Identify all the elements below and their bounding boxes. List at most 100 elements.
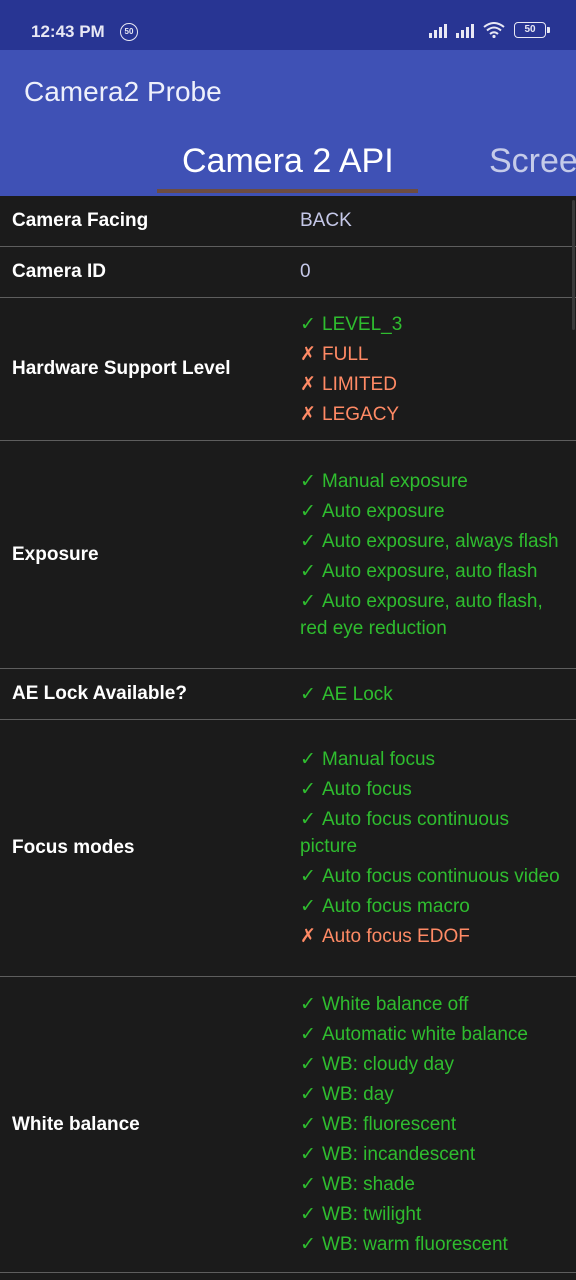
check-icon: ✓ [300, 809, 316, 830]
capability-text: WB: incandescent [322, 1144, 476, 1165]
check-icon: ✓ [300, 1204, 316, 1225]
check-icon: ✓ [300, 470, 316, 492]
check-icon: ✓ [300, 530, 316, 552]
capability-text: Auto focus macro [322, 896, 470, 917]
capability-item: ✓ Automatic white balance [300, 1020, 568, 1050]
signal-icon [456, 22, 474, 38]
capability-item: ✓ Auto exposure, auto flash, red eye redu… [300, 586, 568, 643]
app-bar: Camera2 Probe [0, 50, 576, 134]
capability-text: LIMITED [322, 373, 397, 395]
capability-item: ✓ White balance off [300, 990, 568, 1020]
check-icon: ✓ [300, 313, 316, 335]
capability-item: ✓ Auto focus continuous picture [300, 805, 568, 862]
row-label: AE Lock Available? [12, 683, 187, 704]
check-icon: ✓ [300, 779, 316, 800]
cross-icon: ✗ [300, 373, 316, 395]
capability-text: Auto focus continuous video [322, 866, 560, 887]
check-icon: ✓ [300, 994, 316, 1015]
capability-text: Auto exposure, auto flash [322, 560, 538, 582]
capability-text: WB: warm fluorescent [322, 1234, 508, 1255]
capability-text: WB: twilight [322, 1204, 422, 1225]
capability-item: ✗ LIMITED [300, 369, 568, 399]
row-values: ✓ Manual exposure ✓ Auto exposure ✓ Auto expo… [288, 466, 576, 643]
capability-text: Auto focus [322, 779, 412, 800]
row-label: Exposure [12, 543, 99, 565]
capability-text: FULL [322, 343, 369, 365]
scrollbar[interactable] [572, 200, 575, 330]
wifi-icon [483, 22, 505, 38]
row-label: Camera ID [12, 261, 106, 282]
capability-item: ✓ AE Lock [300, 679, 568, 709]
capability-text: White balance off [322, 994, 469, 1015]
row-label: Camera Facing [12, 210, 149, 231]
capability-item: ✓ Auto focus continuous video [300, 862, 568, 892]
row-label: Hardware Support Level [12, 358, 231, 379]
table-row: Focus modes ✓ Manual focus ✓ Auto focus ✓ Aut… [0, 720, 576, 977]
capability-item: ✓ Auto exposure, auto flash [300, 556, 568, 586]
notification-badge: 50 [120, 23, 138, 41]
tab-screen[interactable]: Scree [489, 142, 576, 181]
tab-camera2-api[interactable]: Camera 2 API [182, 142, 394, 181]
capability-item: ✗ FULL [300, 339, 568, 369]
check-icon: ✓ [300, 1054, 316, 1075]
capability-item: ✓ Auto focus [300, 775, 568, 805]
capability-item: ✓ WB: fluorescent [300, 1110, 568, 1140]
capability-item: ✓ Auto exposure, always flash [300, 526, 568, 556]
battery-icon: 50 [514, 22, 550, 38]
capability-text: Auto exposure [322, 500, 445, 522]
capabilities-table: Camera Facing BACK Camera ID 0 Hardware … [0, 196, 576, 1273]
capability-text: Manual focus [322, 749, 436, 770]
check-icon: ✓ [300, 683, 316, 705]
check-icon: ✓ [300, 500, 316, 522]
capability-item: ✓ WB: warm fluorescent [300, 1230, 568, 1260]
capability-item: ✓ Auto exposure [300, 496, 568, 526]
table-row: Hardware Support Level ✓ LEVEL_3 ✗ FULL ✗ LIM… [0, 298, 576, 441]
capability-item: ✓ LEVEL_3 [300, 309, 568, 339]
check-icon: ✓ [300, 1114, 316, 1135]
capability-text: Auto exposure, auto flash, red eye reduc… [300, 590, 543, 639]
check-icon: ✓ [300, 1234, 316, 1255]
check-icon: ✓ [300, 1144, 316, 1165]
row-values: ✓ LEVEL_3 ✗ FULL ✗ LIMITED ✗ LEGACY [288, 309, 576, 429]
status-bar: 12:43 PM 50 50 [0, 0, 576, 50]
capability-text: Auto exposure, always flash [322, 530, 559, 552]
tab-bar: Camera 2 API Scree [0, 134, 576, 196]
row-label: White balance [12, 1113, 140, 1135]
capability-item: ✗ LEGACY [300, 399, 568, 429]
check-icon: ✓ [300, 560, 316, 582]
check-icon: ✓ [300, 866, 316, 887]
capability-text: Auto focus continuous picture [300, 809, 509, 857]
capability-text: WB: fluorescent [322, 1114, 457, 1135]
tab-indicator [157, 189, 418, 193]
capability-item: ✓ Auto focus macro [300, 892, 568, 922]
check-icon: ✓ [300, 590, 316, 612]
check-icon: ✓ [300, 1024, 316, 1045]
row-values: ✓ AE Lock [288, 679, 576, 709]
row-values: ✓ Manual focus ✓ Auto focus ✓ Auto focus cont… [288, 745, 576, 952]
row-label: Focus modes [12, 837, 135, 858]
table-row: Exposure ✓ Manual exposure ✓ Auto exposure ✓… [0, 441, 576, 669]
capability-item: ✓ WB: shade [300, 1170, 568, 1200]
cross-icon: ✗ [300, 343, 316, 365]
check-icon: ✓ [300, 1174, 316, 1195]
status-time: 12:43 PM [31, 22, 105, 41]
cross-icon: ✗ [300, 403, 316, 425]
capability-text: WB: day [322, 1084, 394, 1105]
capability-text: Automatic white balance [322, 1024, 528, 1045]
cross-icon: ✗ [300, 926, 316, 947]
capability-item: ✗ Auto focus EDOF [300, 922, 568, 952]
capability-text: WB: cloudy day [322, 1054, 454, 1075]
capability-text: LEGACY [322, 403, 400, 425]
status-icons: 50 [429, 22, 550, 38]
table-row: White balance ✓ White balance off ✓ Automat… [0, 977, 576, 1273]
check-icon: ✓ [300, 749, 316, 770]
row-values: ✓ White balance off ✓ Automatic white balan… [288, 990, 576, 1260]
capability-item: ✓ Manual exposure [300, 466, 568, 496]
check-icon: ✓ [300, 1084, 316, 1105]
capability-item: ✓ WB: incandescent [300, 1140, 568, 1170]
row-value: BACK [300, 210, 352, 231]
capability-item: ✓ WB: day [300, 1080, 568, 1110]
table-row: Camera Facing BACK [0, 196, 576, 247]
table-row: Camera ID 0 [0, 247, 576, 298]
capability-item: ✓ Manual focus [300, 745, 568, 775]
